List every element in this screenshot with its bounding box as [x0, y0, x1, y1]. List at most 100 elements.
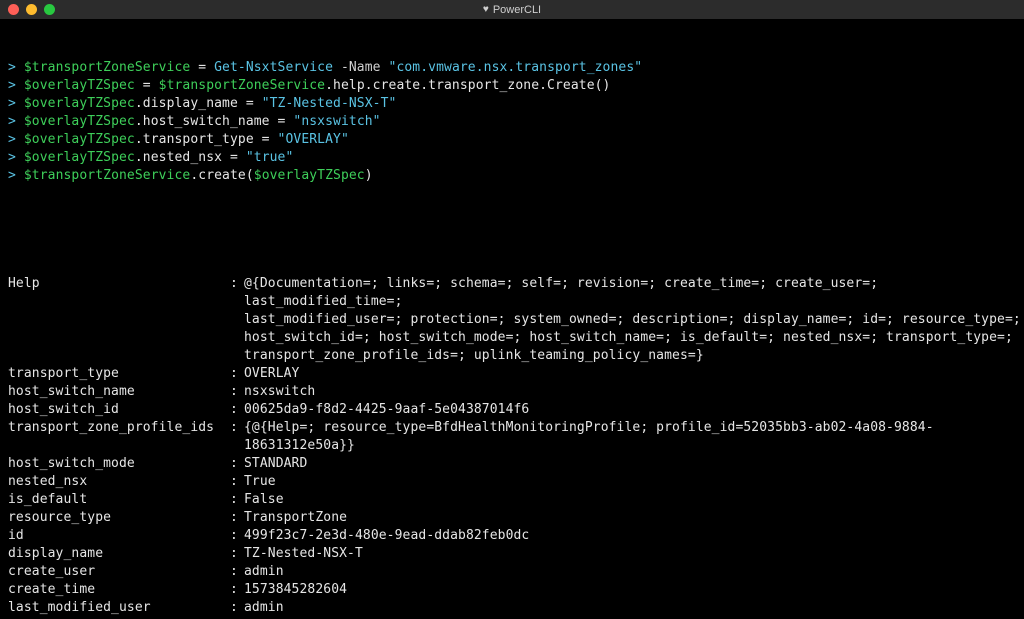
output-sep: :: [230, 365, 244, 383]
output-continuation: transport_zone_profile_ids=; uplink_team…: [8, 347, 1016, 365]
cmd-segment: .help.create.transport_zone.Create(): [325, 77, 610, 95]
output-sep: :: [230, 527, 244, 545]
traffic-lights: [8, 4, 55, 15]
cmd-segment: "nsxswitch": [293, 113, 380, 131]
cmd-segment: [16, 167, 24, 185]
output-value: STANDARD: [244, 455, 1016, 473]
output-block: Help: @{Documentation=; links=; schema=;…: [8, 275, 1016, 619]
prompt-icon: >: [8, 59, 16, 77]
prompt-icon: >: [8, 77, 16, 95]
output-sep: :: [230, 581, 244, 599]
output-value: OVERLAY: [244, 365, 1016, 383]
command-line: > $overlayTZSpec.transport_type = "OVERL…: [8, 131, 1016, 149]
command-line: > $overlayTZSpec.nested_nsx = "true": [8, 149, 1016, 167]
cmd-segment: [16, 95, 24, 113]
cmd-segment: [16, 131, 24, 149]
output-sep: :: [230, 491, 244, 509]
cmd-segment: $overlayTZSpec: [24, 95, 135, 113]
window-title: ♥ PowerCLI: [483, 4, 541, 16]
output-row: transport_type: OVERLAY: [8, 365, 1016, 383]
output-row: id: 499f23c7-2e3d-480e-9ead-ddab82feb0dc: [8, 527, 1016, 545]
output-key: resource_type: [8, 509, 230, 527]
output-key: id: [8, 527, 230, 545]
prompt-icon: >: [8, 113, 16, 131]
output-key: create_time: [8, 581, 230, 599]
cmd-segment: $transportZoneService: [24, 59, 190, 77]
output-value: nsxswitch: [244, 383, 1016, 401]
output-sep: :: [230, 545, 244, 563]
close-icon[interactable]: [8, 4, 19, 15]
output-value: False: [244, 491, 1016, 509]
cmd-segment: .nested_nsx =: [135, 149, 246, 167]
output-sep: :: [230, 401, 244, 419]
command-line: > $overlayTZSpec.host_switch_name = "nsx…: [8, 113, 1016, 131]
output-key: last_modified_user: [8, 599, 230, 617]
cmd-segment: "OVERLAY": [278, 131, 349, 149]
cmd-segment: $overlayTZSpec: [254, 167, 365, 185]
cmd-segment: $overlayTZSpec: [24, 131, 135, 149]
window-title-text: PowerCLI: [493, 4, 541, 16]
cmd-segment: =: [190, 59, 214, 77]
cmd-segment: Get-NsxtService: [214, 59, 333, 77]
output-key: display_name: [8, 545, 230, 563]
output-row: create_user: admin: [8, 563, 1016, 581]
output-sep: :: [230, 419, 244, 455]
cmd-segment: $overlayTZSpec: [24, 113, 135, 131]
prompt-icon: >: [8, 149, 16, 167]
minimize-icon[interactable]: [26, 4, 37, 15]
output-value: TZ-Nested-NSX-T: [244, 545, 1016, 563]
cmd-segment: $overlayTZSpec: [24, 149, 135, 167]
output-key: nested_nsx: [8, 473, 230, 491]
prompt-icon: >: [8, 131, 16, 149]
output-key: transport_type: [8, 365, 230, 383]
output-sep: :: [230, 509, 244, 527]
cmd-segment: $transportZoneService: [159, 77, 325, 95]
output-sep: :: [230, 275, 244, 311]
output-row: transport_zone_profile_ids: {@{Help=; re…: [8, 419, 1016, 455]
output-key: Help: [8, 275, 230, 311]
cmd-segment: [16, 149, 24, 167]
output-value: @{Documentation=; links=; schema=; self=…: [244, 275, 1016, 311]
output-row: Help: @{Documentation=; links=; schema=;…: [8, 275, 1016, 311]
output-key: host_switch_mode: [8, 455, 230, 473]
blank-line: [8, 221, 1016, 239]
output-continuation: host_switch_id=; host_switch_mode=; host…: [8, 329, 1016, 347]
output-row: is_default: False: [8, 491, 1016, 509]
output-key: host_switch_name: [8, 383, 230, 401]
cmd-segment: $transportZoneService: [24, 167, 190, 185]
output-value: TransportZone: [244, 509, 1016, 527]
prompt-icon: >: [8, 167, 16, 185]
output-value: 499f23c7-2e3d-480e-9ead-ddab82feb0dc: [244, 527, 1016, 545]
output-value: admin: [244, 599, 1016, 617]
output-row: last_modified_user: admin: [8, 599, 1016, 617]
cmd-segment: $overlayTZSpec: [24, 77, 135, 95]
output-value: 1573845282604: [244, 581, 1016, 599]
output-row: host_switch_id: 00625da9-f8d2-4425-9aaf-…: [8, 401, 1016, 419]
maximize-icon[interactable]: [44, 4, 55, 15]
heart-icon: ♥: [483, 4, 489, 15]
cmd-segment: [16, 77, 24, 95]
prompt-icon: >: [8, 95, 16, 113]
cmd-segment: ): [365, 167, 373, 185]
window-titlebar: ♥ PowerCLI: [0, 0, 1024, 19]
cmd-segment: "com.vmware.nsx.transport_zones": [389, 59, 643, 77]
command-line: > $transportZoneService.create($overlayT…: [8, 167, 1016, 185]
command-line: > $overlayTZSpec.display_name = "TZ-Nest…: [8, 95, 1016, 113]
output-value: True: [244, 473, 1016, 491]
output-value: {@{Help=; resource_type=BfdHealthMonitor…: [244, 419, 1016, 455]
cmd-segment: .display_name =: [135, 95, 262, 113]
output-key: is_default: [8, 491, 230, 509]
output-continuation: last_modified_user=; protection=; system…: [8, 311, 1016, 329]
output-row: nested_nsx: True: [8, 473, 1016, 491]
output-key: transport_zone_profile_ids: [8, 419, 230, 455]
cmd-segment: "true": [246, 149, 294, 167]
cmd-segment: =: [135, 77, 159, 95]
terminal-body[interactable]: > $transportZoneService = Get-NsxtServic…: [0, 19, 1024, 619]
output-sep: :: [230, 473, 244, 491]
command-block: > $transportZoneService = Get-NsxtServic…: [8, 59, 1016, 185]
cmd-segment: [16, 59, 24, 77]
command-line: > $overlayTZSpec = $transportZoneService…: [8, 77, 1016, 95]
cmd-segment: .create(: [190, 167, 253, 185]
output-row: display_name: TZ-Nested-NSX-T: [8, 545, 1016, 563]
output-key: create_user: [8, 563, 230, 581]
